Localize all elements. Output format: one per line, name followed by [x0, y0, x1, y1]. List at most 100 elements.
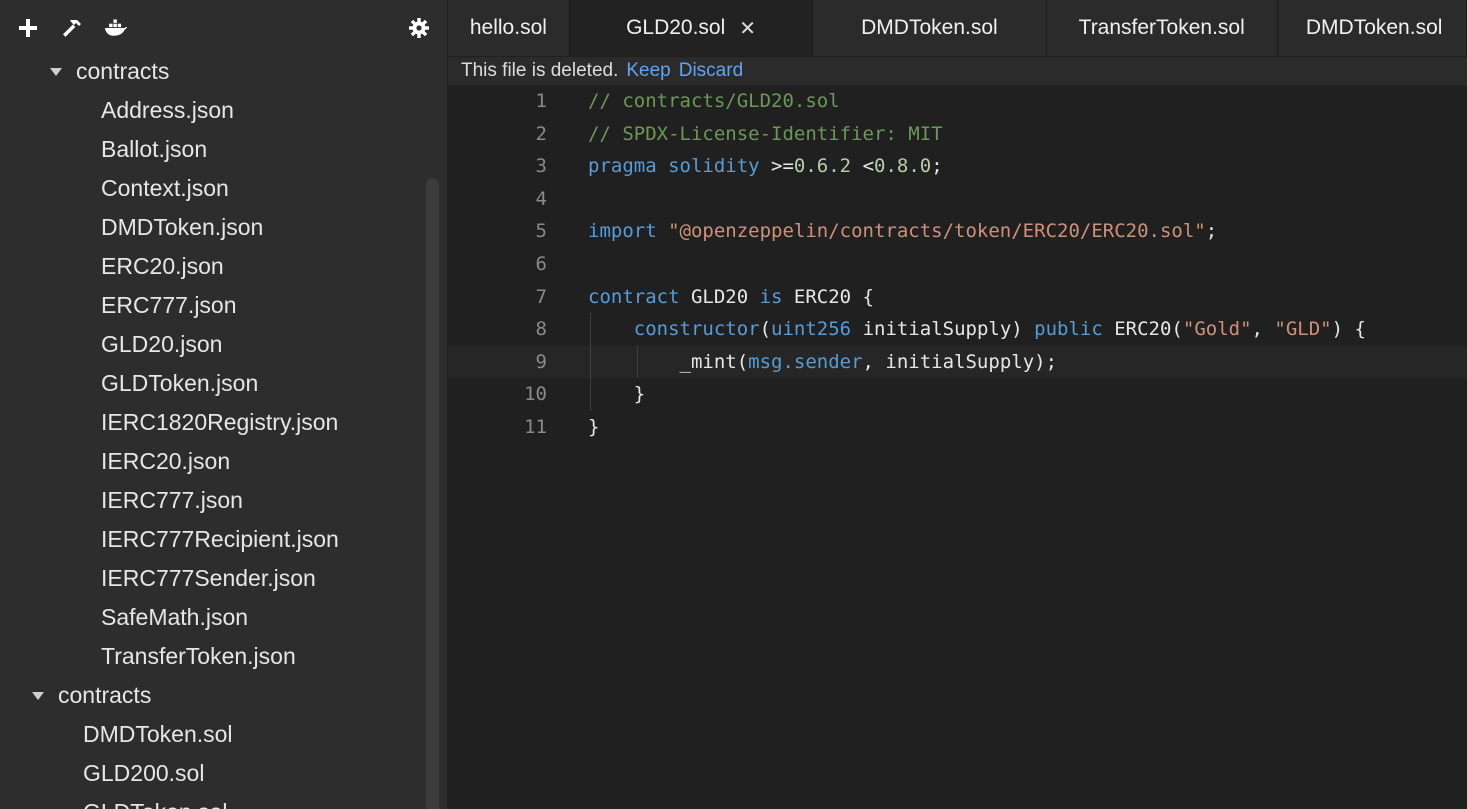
- file-item[interactable]: TransferToken.json: [0, 637, 447, 676]
- file-item[interactable]: IERC1820Registry.json: [0, 403, 447, 442]
- sidebar-scrollbar[interactable]: [426, 178, 439, 809]
- code-line[interactable]: 9 _mint(msg.sender, initialSupply);: [448, 345, 1467, 379]
- editor-tab-bar: hello.sol GLD20.sol ✕ DMDToken.sol Trans…: [448, 0, 1467, 57]
- file-item[interactable]: DMDToken.sol: [0, 715, 447, 754]
- code-token: _mint(: [588, 350, 749, 373]
- folder-contracts[interactable]: contracts: [0, 676, 447, 715]
- code-token: "@openzeppelin/contracts/token/ERC20/ERC…: [668, 220, 1206, 243]
- gear-icon[interactable]: [407, 16, 431, 40]
- tab-dmdtoken-sol-2[interactable]: DMDToken.sol: [1277, 0, 1467, 56]
- file-item[interactable]: IERC777Sender.json: [0, 559, 447, 598]
- code-line[interactable]: 10 }: [448, 378, 1467, 411]
- close-icon[interactable]: ✕: [739, 16, 756, 41]
- code-line[interactable]: 8 constructor(uint256 initialSupply) pub…: [448, 313, 1467, 346]
- code-token: // contracts/GLD20.sol: [588, 90, 840, 112]
- notice-text: This file is deleted.: [461, 60, 619, 81]
- file-item[interactable]: DMDToken.json: [0, 208, 447, 247]
- code-token: }: [588, 415, 600, 438]
- code-line[interactable]: 11}: [448, 411, 1467, 444]
- line-number: 5: [535, 220, 547, 243]
- line-text: pragma solidity >=0.6.2 <0.8.0;: [588, 150, 943, 183]
- code-token: public: [1034, 318, 1115, 341]
- code-token: <: [851, 155, 875, 178]
- file-item[interactable]: GLD20.json: [0, 325, 447, 364]
- tab-gld20-sol[interactable]: GLD20.sol ✕: [569, 0, 814, 56]
- line-text: // SPDX-License-Identifier: MIT: [588, 118, 943, 151]
- file-item[interactable]: SafeMath.json: [0, 598, 447, 637]
- file-item[interactable]: Ballot.json: [0, 130, 447, 169]
- code-token: }: [588, 383, 646, 406]
- code-token: import: [588, 220, 669, 243]
- hammer-icon[interactable]: [60, 16, 84, 40]
- code-token: ERC20 {: [793, 285, 874, 308]
- line-text: // contracts/GLD20.sol: [588, 85, 840, 118]
- line-number: 10: [524, 383, 547, 406]
- code-token: contract: [588, 285, 691, 308]
- code-token: GLD20: [690, 285, 760, 308]
- line-text: import "@openzeppelin/contracts/token/ER…: [588, 215, 1217, 248]
- line-number: 6: [535, 252, 547, 275]
- code-token: pragma solidity: [588, 155, 772, 178]
- file-item[interactable]: GLDToken.sol: [0, 793, 447, 809]
- file-item[interactable]: ERC777.json: [0, 286, 447, 325]
- code-token: msg.sender: [748, 350, 863, 373]
- deleted-file-notice: This file is deleted. Keep Discard: [448, 57, 1467, 85]
- docker-icon[interactable]: [104, 16, 128, 40]
- line-number: 2: [535, 122, 547, 145]
- code-line[interactable]: 1 // contracts/GLD20.sol: [448, 85, 1467, 118]
- line-number: 8: [535, 318, 547, 341]
- tab-dmdtoken-sol[interactable]: DMDToken.sol: [813, 0, 1047, 56]
- line-number: 11: [524, 415, 547, 438]
- file-item[interactable]: IERC777Recipient.json: [0, 520, 447, 559]
- line-number: 3: [535, 155, 547, 178]
- code-line[interactable]: 5 import "@openzeppelin/contracts/token/E…: [448, 215, 1467, 248]
- tab-label: hello.sol: [469, 16, 547, 39]
- code-line[interactable]: 6: [448, 248, 1467, 281]
- folder-contracts[interactable]: contracts: [0, 52, 447, 91]
- code-content[interactable]: 1 // contracts/GLD20.sol 2 // SPDX-License-…: [448, 85, 1467, 444]
- file-item[interactable]: IERC777.json: [0, 481, 447, 520]
- file-item[interactable]: ERC20.json: [0, 247, 447, 286]
- file-item[interactable]: Context.json: [0, 169, 447, 208]
- line-number: 1: [535, 90, 547, 112]
- keep-link[interactable]: Keep: [626, 60, 670, 82]
- code-token: ;: [931, 155, 943, 178]
- file-item[interactable]: GLDToken.json: [0, 364, 447, 403]
- code-token: , initialSupply);: [862, 350, 1058, 373]
- code-token: ;: [1205, 220, 1218, 243]
- discard-link[interactable]: Discard: [679, 60, 743, 82]
- code-token: ERC20(: [1114, 318, 1183, 341]
- code-token: ) {: [1331, 318, 1366, 341]
- code-line[interactable]: 7 contract GLD20 is ERC20 {: [448, 281, 1467, 314]
- code-token: is: [759, 285, 794, 308]
- file-explorer-sidebar: contracts Address.json Ballot.json Context…: [0, 0, 448, 809]
- code-line[interactable]: 3 pragma solidity >=0.6.2 <0.8.0;: [448, 150, 1467, 183]
- code-token: constructor: [588, 318, 760, 341]
- file-item[interactable]: GLD200.sol: [0, 754, 447, 793]
- file-item[interactable]: Address.json: [0, 91, 447, 130]
- code-token: uint256: [771, 318, 852, 341]
- folder-label: contracts: [76, 58, 170, 84]
- code-token: >=: [771, 155, 794, 178]
- code-editor[interactable]: This file is deleted. Keep Discard 1 // c…: [448, 57, 1467, 809]
- line-text: }: [588, 378, 645, 411]
- plus-icon[interactable]: [16, 16, 40, 40]
- code-token: initialSupply): [851, 318, 1035, 341]
- code-line[interactable]: 4: [448, 183, 1467, 216]
- sidebar-toolbar: [0, 0, 447, 56]
- code-line[interactable]: 2 // SPDX-License-Identifier: MIT: [448, 118, 1467, 151]
- code-token: 0.8.0: [874, 155, 932, 178]
- tab-transfertoken-sol[interactable]: TransferToken.sol: [1046, 0, 1278, 56]
- folder-label: contracts: [58, 682, 152, 708]
- tab-label: DMDToken.sol: [1305, 16, 1443, 39]
- line-text: }: [588, 411, 599, 444]
- code-token: 0.6.2: [793, 155, 852, 178]
- code-token: "Gold": [1182, 318, 1252, 341]
- tab-label: GLD20.sol: [626, 16, 726, 39]
- line-text: contract GLD20 is ERC20 {: [588, 281, 874, 314]
- tab-label: TransferToken.sol: [1078, 16, 1245, 39]
- tab-hello-sol[interactable]: hello.sol: [448, 0, 570, 56]
- tab-label: DMDToken.sol: [861, 16, 998, 39]
- file-tree: contracts Address.json Ballot.json Context…: [0, 52, 447, 809]
- file-item[interactable]: IERC20.json: [0, 442, 447, 481]
